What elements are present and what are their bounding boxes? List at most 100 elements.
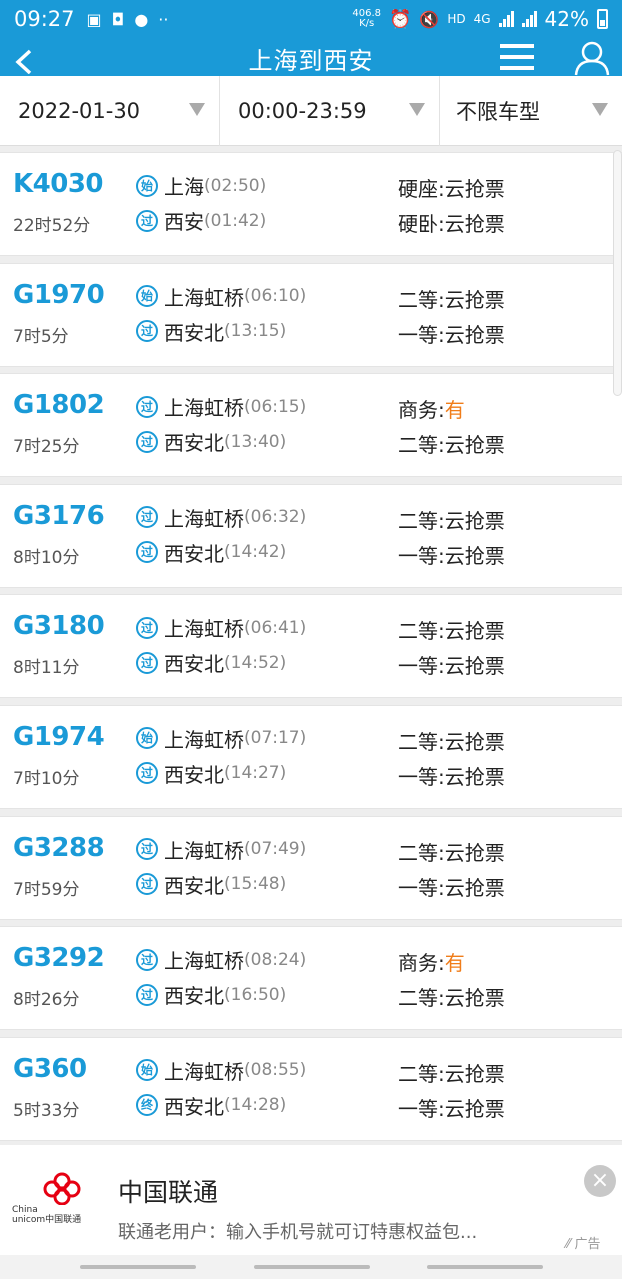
arrival-time: (15:48)	[224, 874, 287, 895]
arrival-station: 西安北	[164, 762, 224, 787]
date-filter[interactable]: 2022-01-30	[0, 76, 220, 146]
departure-station: 上海虹桥	[164, 1059, 244, 1084]
train-number: G1974	[13, 721, 105, 752]
train-row[interactable]: G1802 7时25分 过上海虹桥 (06:15) 过西安北 (13:40) 商务:…	[0, 373, 622, 478]
arrival-time: (16:50)	[224, 984, 287, 1005]
pass-badge-icon: 过	[136, 651, 158, 674]
train-type-filter[interactable]: 不限车型	[440, 76, 622, 146]
train-row[interactable]: G3292 8时26分 过上海虹桥 (08:24) 过西安北 (16:50) 商务:…	[0, 926, 622, 1031]
pass-badge-icon: 过	[136, 430, 158, 453]
departure-time: (06:10)	[244, 286, 307, 307]
time-range-filter[interactable]: 00:00-23:59	[220, 76, 440, 146]
signal-icon	[498, 11, 514, 27]
seat-availability: 二等:云抢票	[398, 433, 505, 458]
arrival-time: (14:27)	[224, 763, 287, 784]
seat-availability: 硬卧:云抢票	[398, 212, 505, 236]
status-time: 09:27	[14, 7, 75, 31]
back-handle[interactable]	[427, 1265, 543, 1269]
nav-bar: 上海到西安	[0, 38, 622, 76]
seat-availability: 一等:云抢票	[398, 764, 505, 789]
train-duration: 5时33分	[13, 1100, 80, 1121]
ad-description: 联通老用户：输入手机号就可订特惠权益包...	[118, 1222, 478, 1243]
origin-badge-icon: 始	[136, 727, 158, 750]
net-speed: 406.8 K/s	[352, 8, 381, 29]
train-row[interactable]: G3180 8时11分 过上海虹桥 (06:41) 过西安北 (14:52) 二等:…	[0, 594, 622, 699]
arrival-station: 西安	[164, 210, 204, 234]
pass-badge-icon: 过	[136, 395, 158, 418]
seat-availability: 硬座:云抢票	[398, 177, 505, 201]
departure-time: (08:55)	[244, 1060, 307, 1081]
departure-station: 上海虹桥	[164, 396, 244, 421]
seat-availability: 商务:有	[398, 398, 465, 423]
train-duration: 7时25分	[13, 437, 80, 458]
ad-banner[interactable]: China unicom中国联通 中国联通 联通老用户：输入手机号就可订特惠权益…	[0, 1145, 622, 1255]
departure-station: 上海虹桥	[164, 727, 244, 752]
train-row[interactable]: G1974 7时10分 始上海虹桥 (07:17) 过西安北 (14:27) 二等:…	[0, 704, 622, 809]
seat-availability: 二等:云抢票	[398, 840, 505, 865]
train-duration: 7时5分	[13, 326, 69, 347]
train-row[interactable]: G360 5时33分 始上海虹桥 (08:55) 终西安北 (14:28) 二等:云…	[0, 1036, 622, 1141]
seat-availability: 二等:云抢票	[398, 986, 505, 1011]
train-row[interactable]: K4030 22时52分 始上海 (02:50) 过西安 (01:42) 硬座:云抢…	[0, 152, 622, 256]
status-bar: 09:27 ▣ ◘ ● ·· 406.8 K/s ⏰ 🔇 HD 4G 42%	[0, 0, 622, 38]
departure-station: 上海虹桥	[164, 285, 244, 310]
arrival-time: (14:28)	[224, 1095, 287, 1116]
more-notifications-icon: ··	[158, 9, 169, 29]
train-row[interactable]: G1970 7时5分 始上海虹桥 (06:10) 过西安北 (13:15) 二等:云…	[0, 262, 622, 367]
menu-icon[interactable]	[500, 43, 534, 71]
train-number: G3288	[13, 832, 105, 863]
scrollbar[interactable]	[613, 150, 622, 396]
pass-badge-icon: 过	[136, 948, 158, 971]
pass-badge-icon: 过	[136, 873, 158, 896]
user-icon[interactable]	[574, 40, 610, 76]
train-number: G3176	[13, 500, 105, 531]
seat-availability: 一等:云抢票	[398, 875, 505, 900]
pass-badge-icon: 过	[136, 320, 158, 343]
departure-time: (07:49)	[244, 839, 307, 860]
train-duration: 22时52分	[13, 216, 91, 236]
seat-availability: 一等:云抢票	[398, 543, 505, 568]
train-row[interactable]: G3176 8时10分 过上海虹桥 (06:32) 过西安北 (14:42) 二等:…	[0, 483, 622, 588]
pass-badge-icon: 过	[136, 541, 158, 564]
arrival-time: (14:52)	[224, 652, 287, 673]
unicom-logo: China unicom中国联通	[10, 1171, 86, 1233]
departure-station: 上海虹桥	[164, 838, 244, 863]
battery-percent: 42%	[544, 7, 589, 31]
train-duration: 7时10分	[13, 768, 80, 789]
train-number: G360	[13, 1053, 87, 1084]
arrival-time: (13:15)	[224, 321, 287, 342]
pass-badge-icon: 过	[136, 838, 158, 861]
departure-time: (06:32)	[244, 507, 307, 528]
close-icon[interactable]: ×	[584, 1165, 616, 1197]
arrival-time: (13:40)	[224, 431, 287, 452]
train-type-filter-value: 不限车型	[456, 100, 540, 124]
train-duration: 7时59分	[13, 879, 80, 900]
pass-badge-icon: 过	[136, 506, 158, 529]
shopping-bag-icon: ◘	[111, 9, 125, 29]
train-number: G3180	[13, 611, 105, 642]
date-filter-value: 2022-01-30	[18, 99, 141, 123]
departure-time: (02:50)	[204, 175, 267, 196]
departure-station: 上海虹桥	[164, 617, 244, 642]
ad-tag: ⁄⁄ 广告	[566, 1237, 601, 1252]
terminal-badge-icon: 终	[136, 1094, 158, 1117]
departure-time: (06:41)	[244, 617, 307, 638]
train-list: K4030 22时52分 始上海 (02:50) 过西安 (01:42) 硬座:云抢…	[0, 152, 622, 1147]
caret-down-icon	[409, 103, 425, 116]
pass-badge-icon: 过	[136, 983, 158, 1006]
arrival-station: 西安北	[164, 431, 224, 456]
qq-icon: ●	[134, 9, 149, 29]
departure-station: 上海虹桥	[164, 949, 244, 974]
train-row[interactable]: G3288 7时59分 过上海虹桥 (07:49) 过西安北 (15:48) 二等:…	[0, 815, 622, 920]
train-duration: 8时26分	[13, 990, 80, 1011]
train-duration: 8时11分	[13, 658, 80, 679]
seat-availability: 一等:云抢票	[398, 654, 505, 679]
recent-apps-handle[interactable]	[80, 1265, 196, 1269]
gallery-icon: ▣	[86, 9, 102, 29]
signal-2-icon	[521, 11, 537, 27]
home-handle[interactable]	[254, 1265, 370, 1269]
unicom-knot-icon	[43, 1172, 81, 1206]
arrival-time: (14:42)	[224, 542, 287, 563]
filter-bar: 2022-01-30 00:00-23:59 不限车型	[0, 76, 622, 146]
seat-availability: 一等:云抢票	[398, 1096, 505, 1121]
